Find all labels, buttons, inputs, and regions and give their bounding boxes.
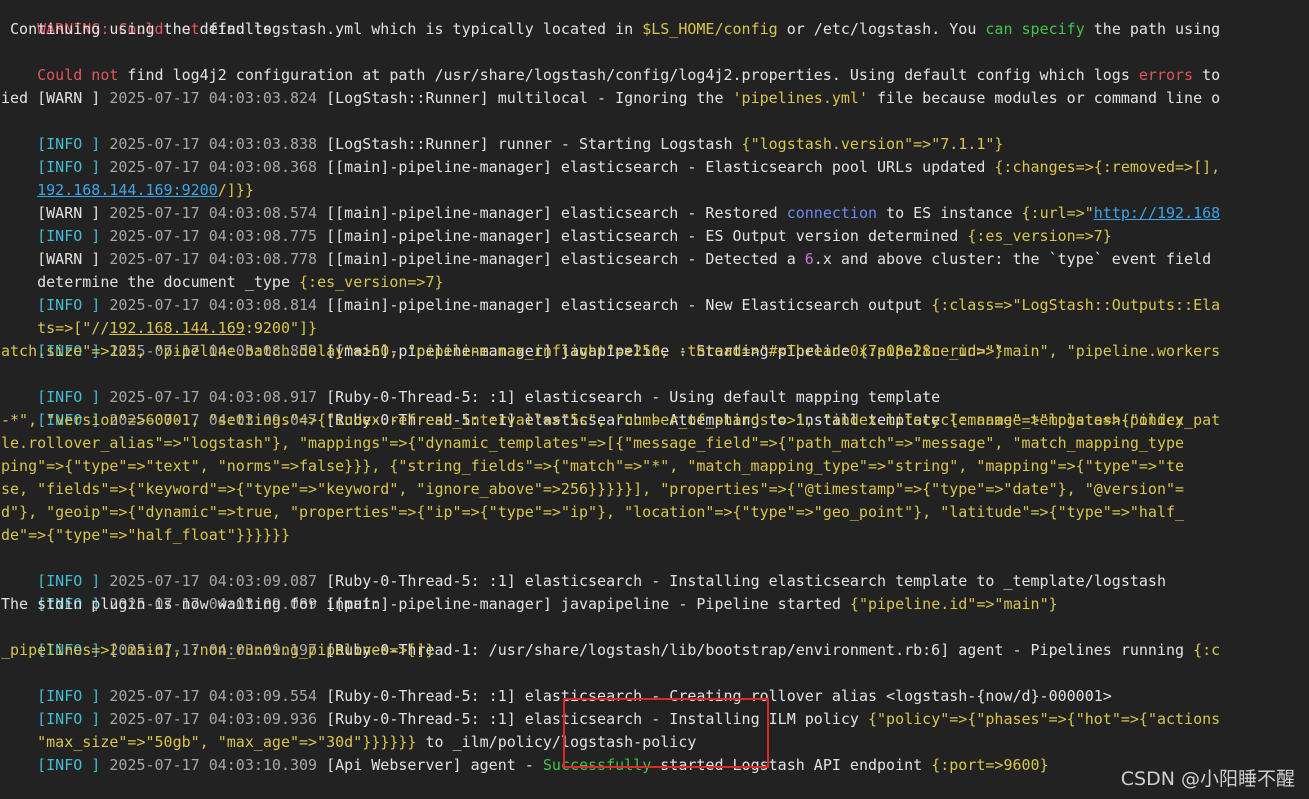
log-line: _pipelines=>[:main], :non_running_pipeli… [1,641,435,659]
keyword: can specify [985,20,1085,38]
log-text: [Ruby-0-Thread-1: /usr/share/logstash/li… [326,641,1194,659]
timestamp: 2025-07-17 04:03:10.309 [100,756,327,774]
log-line: The stdin plugin is now waiting for inpu… [1,595,381,613]
log-text: [[main]-pipeline-manager] elasticsearch … [326,296,932,314]
log-object: {"pipeline.id"=>"main"} [849,595,1058,613]
log-line: ied [1,89,29,107]
log-level: [INFO ] [37,756,101,774]
url-link[interactable]: http://192.168 [1094,204,1220,222]
log-line: -*", "version"=>60001, "settings"=>{"ind… [1,411,1185,429]
timestamp: 2025-07-17 04:03:03.824 [100,89,327,107]
env-var: $LS_HOME/config [642,20,778,38]
watermark: CSDN @小阳睡不醒 [1120,768,1295,790]
log-level: [WARN ] [37,89,101,107]
log-object: {:changes=>{:removed=>[], [994,158,1221,176]
terminal-output[interactable]: WARNING: Could not find logstash.yml whi… [0,0,1309,799]
log-text: [Api Webserver] agent - [326,756,543,774]
log-text: [[main]-pipeline-manager] elasticsearch … [326,158,995,176]
log-text: [LogStash::Runner] multilocal - Ignoring… [326,89,733,107]
log-object: {:class=>"LogStash::Outputs::Ela [931,296,1221,314]
log-line: [INFO ] 2025-07-17 04:03:10.309 [Api Web… [1,731,1049,799]
log-object: {"policy"=>{"phases"=>{"hot"=>{"actions [867,710,1221,728]
log-text: .x and above cluster: the `type` event f… [813,250,1212,268]
log-line: se, "fields"=>{"keyword"=>{"type"=>"keyw… [1,480,1185,498]
log-line: le.rollover_alias"=>"logstash"}, "mappin… [1,434,1185,452]
log-object: {:c [1193,641,1221,659]
log-line: ping"=>{"type"=>"text", "norms"=>false}}… [1,457,1185,475]
log-object: {:port=>9600} [931,756,1049,774]
highlight-box [563,698,769,768]
log-line: d"}, "geoip"=>{"dynamic"=>true, "propert… [1,503,1185,521]
log-line: atch.size"=>125, "pipeline.batch.delay"=… [1,342,1004,360]
log-text: [[main]-pipeline-manager] javapipeline -… [326,595,850,613]
number: 6 [804,250,814,268]
log-line: de"=>{"type"=>"half_float"}}}}}} [1,526,290,544]
log-text: file because modules or command line o [867,89,1221,107]
log-text: the path using [1084,20,1221,38]
log-line: Continuing using the defaults [1,20,272,38]
string-literal: 'pipelines.yml' [732,89,868,107]
log-text: or /etc/logstash. You [777,20,986,38]
